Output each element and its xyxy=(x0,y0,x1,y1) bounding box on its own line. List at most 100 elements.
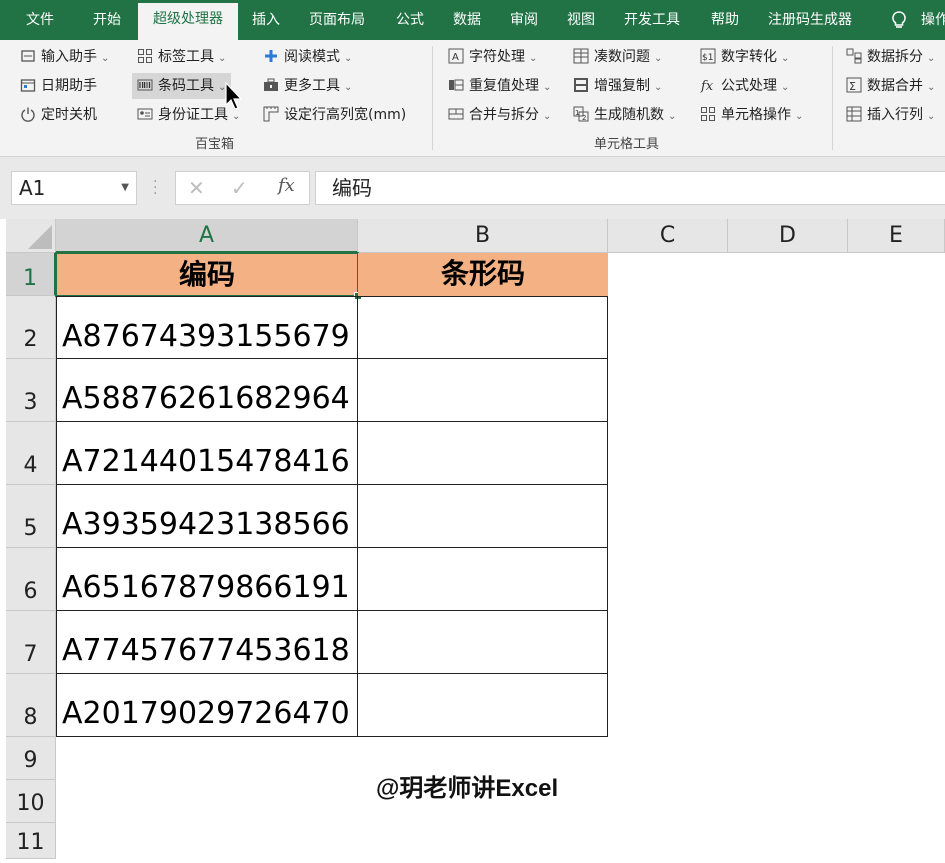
chevron-down-icon: ⌄ xyxy=(654,53,663,64)
row-header-3[interactable]: 3 xyxy=(6,359,56,422)
chevron-down-icon[interactable]: ▼ xyxy=(121,172,129,204)
row-header-7[interactable]: 7 xyxy=(6,611,56,674)
tab-help[interactable]: 帮助 xyxy=(711,0,739,40)
formula-processing-button[interactable]: fx 公式处理 ⌄ xyxy=(700,73,789,99)
more-tools-button[interactable]: 更多工具 ⌄ xyxy=(263,73,352,99)
tab-file[interactable]: 文件 xyxy=(26,0,54,40)
tab-super-processor[interactable]: 超级处理器 xyxy=(138,3,238,40)
cell-b3[interactable] xyxy=(357,358,608,422)
cell-a8[interactable]: A20179029726470 xyxy=(56,673,358,737)
confirm-icon[interactable]: ✓ xyxy=(231,176,248,200)
formula-bar-grip-icon: · · · xyxy=(153,174,158,202)
row-header-9[interactable]: 9 xyxy=(6,737,56,780)
row-header-1[interactable]: 1 xyxy=(6,253,56,296)
calendar-icon xyxy=(20,76,36,92)
merge-icon xyxy=(448,105,464,121)
watermark-text: @玥老师讲Excel xyxy=(376,775,559,802)
group-label-cell-tools: 单元格工具 xyxy=(594,137,660,152)
tab-view[interactable]: 视图 xyxy=(567,0,595,40)
tab-developer[interactable]: 开发工具 xyxy=(624,0,680,40)
chevron-down-icon: ⌄ xyxy=(101,53,110,64)
mouse-pointer-icon xyxy=(225,81,245,116)
insert-icon xyxy=(846,105,862,122)
id-card-icon xyxy=(137,105,153,121)
row-header-2[interactable]: 2 xyxy=(6,296,56,359)
duplicate-processing-button[interactable]: 重复值处理 ⌄ xyxy=(448,73,551,99)
column-header-d[interactable]: D xyxy=(728,219,848,253)
cell-icon xyxy=(700,105,716,121)
cell-a3[interactable]: A58876261682964 xyxy=(56,358,358,422)
row-header-8[interactable]: 8 xyxy=(6,674,56,737)
chevron-down-icon: ⌄ xyxy=(654,82,663,93)
chevron-down-icon: ⌄ xyxy=(218,53,227,64)
row-header-10[interactable]: 10 xyxy=(6,780,56,823)
cell-b1[interactable]: 条形码 xyxy=(358,253,608,296)
number-convert-button[interactable]: $1 数字转化 ⌄ xyxy=(700,44,789,70)
input-helper-button[interactable]: 输入助手 ⌄ xyxy=(20,44,109,70)
insert-function-icon[interactable]: fx xyxy=(278,175,295,196)
cell-b8[interactable] xyxy=(357,673,608,737)
timed-shutdown-button[interactable]: 定时关机 xyxy=(20,102,97,128)
input-helper-icon xyxy=(20,47,36,63)
convert-icon: $1 xyxy=(700,47,716,64)
tab-review[interactable]: 审阅 xyxy=(510,0,538,40)
chevron-down-icon: ⌄ xyxy=(344,82,353,93)
tab-home[interactable]: 开始 xyxy=(93,0,121,40)
random-number-button[interactable]: 1 2 生成随机数 ⌄ xyxy=(573,102,676,128)
cell-b2[interactable] xyxy=(357,296,608,359)
column-header-e[interactable]: E xyxy=(848,219,945,253)
row-header-4[interactable]: 4 xyxy=(6,422,56,485)
chevron-down-icon: ⌄ xyxy=(927,82,936,93)
cell-a2[interactable]: A87674393155679 xyxy=(56,296,358,359)
row-header-6[interactable]: 6 xyxy=(6,548,56,611)
insert-rows-cols-button[interactable]: 插入行列 ⌄ xyxy=(846,102,935,128)
column-header-b[interactable]: B xyxy=(358,219,608,253)
select-all-corner[interactable] xyxy=(6,219,56,253)
cell-b5[interactable] xyxy=(357,484,608,548)
cell-a6[interactable]: A65167879866191 xyxy=(56,547,358,611)
column-header-c[interactable]: C xyxy=(608,219,728,253)
cancel-icon[interactable]: ✕ xyxy=(188,176,205,200)
svg-text:fx: fx xyxy=(700,79,714,93)
formula-input[interactable]: 编码 xyxy=(315,171,945,205)
chevron-down-icon: ⌄ xyxy=(781,53,790,64)
enhanced-copy-button[interactable]: 增强复制 ⌄ xyxy=(573,73,662,99)
cell-b4[interactable] xyxy=(357,421,608,485)
merge-split-button[interactable]: 合并与拆分 ⌄ xyxy=(448,102,551,128)
reading-mode-button[interactable]: 阅读模式 ⌄ xyxy=(263,44,352,70)
column-header-a[interactable]: A xyxy=(56,219,358,253)
row-header-11[interactable]: 11 xyxy=(6,823,56,859)
tab-page-layout[interactable]: 页面布局 xyxy=(309,0,365,40)
cell-a7[interactable]: A77457677453618 xyxy=(56,610,358,674)
tab-license[interactable]: 注册码生成器 xyxy=(768,0,852,40)
chevron-down-icon: ⌄ xyxy=(543,82,552,93)
set-row-col-size-button[interactable]: 设定行高列宽(mm) xyxy=(263,102,406,128)
cell-a1[interactable]: 编码 xyxy=(55,252,359,297)
cell-b7[interactable] xyxy=(357,610,608,674)
chevron-down-icon: ⌄ xyxy=(927,53,936,64)
label-tools-button[interactable]: 标签工具 ⌄ xyxy=(137,44,226,70)
sigma-icon: Σ xyxy=(846,76,862,93)
char-processing-button[interactable]: A 字符处理 ⌄ xyxy=(448,44,537,70)
cell-a4[interactable]: A72144015478416 xyxy=(56,421,358,485)
tab-tell-me[interactable]: 操作 xyxy=(921,0,945,40)
barcode-tools-button[interactable]: 条码工具 ⌄ xyxy=(132,73,232,99)
tell-me-icon[interactable] xyxy=(890,0,908,40)
data-split-button[interactable]: 数据拆分 ⌄ xyxy=(846,44,935,70)
data-merge-button[interactable]: Σ 数据合并 ⌄ xyxy=(846,73,935,99)
svg-text:$1: $1 xyxy=(702,53,713,63)
name-box[interactable]: A1 ▼ xyxy=(11,171,137,205)
formula-icon: fx xyxy=(700,76,716,94)
cell-b6[interactable] xyxy=(357,547,608,611)
tab-insert[interactable]: 插入 xyxy=(252,0,280,40)
cell-operation-button[interactable]: 单元格操作 ⌄ xyxy=(700,102,803,128)
ribbon-body: 输入助手 ⌄ 日期助手 定时关机 标签工具 ⌄ 条码工具 ⌄ 身份证工具 ⌄ 阅读模式 ⌄… xyxy=(0,40,945,157)
tab-formulas[interactable]: 公式 xyxy=(396,0,424,40)
date-helper-button[interactable]: 日期助手 xyxy=(20,73,97,99)
tab-data[interactable]: 数据 xyxy=(453,0,481,40)
row-header-5[interactable]: 5 xyxy=(6,485,56,548)
cell-a5[interactable]: A39359423138566 xyxy=(56,484,358,548)
label-icon xyxy=(137,47,153,63)
sum-problem-button[interactable]: 凑数问题 ⌄ xyxy=(573,44,662,70)
chevron-down-icon: ⌄ xyxy=(529,53,538,64)
